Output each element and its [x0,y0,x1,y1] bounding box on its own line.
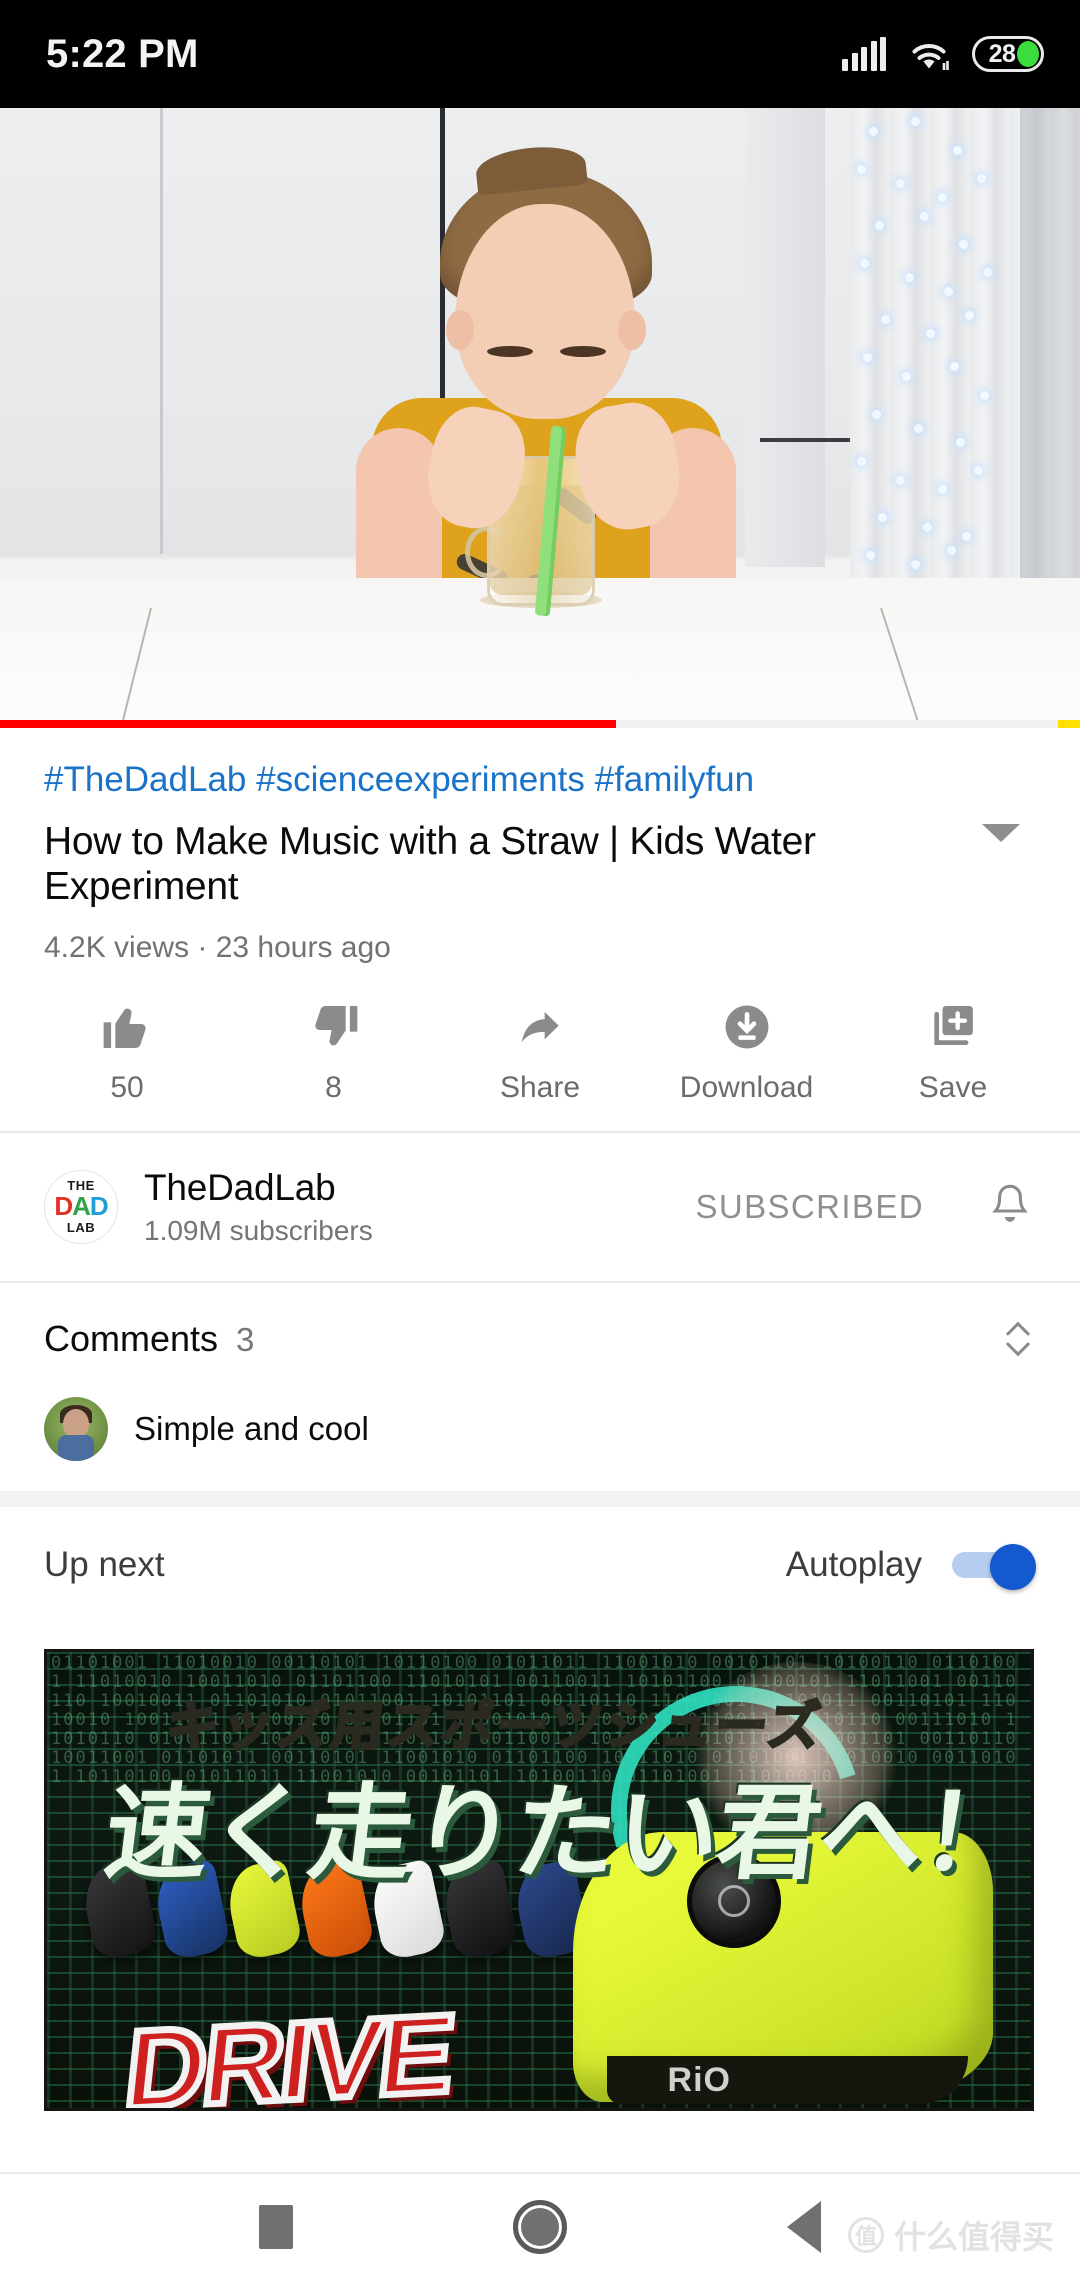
save-label: Save [918,1071,988,1105]
comments-header[interactable]: Comments 3 [44,1317,1036,1361]
fairy-lights [845,108,995,579]
channel-info[interactable]: TheDadLab 1.09M subscribers [144,1167,669,1247]
square-recents-icon[interactable] [259,2205,293,2249]
thumbnail-brand-text: RiO [667,2061,731,2100]
section-separator [0,1491,1080,1508]
thumbs-down-icon [306,999,362,1055]
video-player[interactable] [0,108,1080,728]
share-label: Share [499,1071,581,1105]
comments-section[interactable]: Comments 3 Simple and cool [0,1283,1080,1491]
android-nav-bar: 值 什么值得买 [0,2172,1080,2280]
dislike-button[interactable]: 8 [259,999,409,1105]
progress-played [0,720,616,728]
expand-description-button[interactable] [966,802,1036,842]
status-bar: 5:22 PM 28 [0,0,1080,108]
bell-icon [992,1185,1028,1223]
video-metadata: #TheDadLab #scienceexperiments #familyfu… [0,728,1080,965]
subscribe-button[interactable]: SUBSCRIBED [695,1188,958,1226]
up-next-header: Up next Autoplay [0,1507,1080,1621]
autoplay-toggle[interactable] [952,1544,1036,1591]
autoplay-label: Autoplay [785,1545,922,1585]
wifi-icon [908,37,950,71]
avatar-text-bottom: LAB [66,1220,96,1236]
sort-up-down-icon [1006,1322,1030,1357]
status-bar-clock: 5:22 PM [46,31,199,76]
watermark-text: 什么值得买 [893,2219,1054,2255]
channel-avatar-thedadlab[interactable]: THE DAD LAB [44,1170,118,1245]
share-icon [512,999,568,1055]
top-comment[interactable]: Simple and cool [44,1397,1036,1462]
up-next-label: Up next [44,1545,165,1585]
comment-text: Simple and cool [134,1410,369,1448]
boy-eye [560,346,606,357]
curtain-shadow [1020,108,1080,580]
fridge [745,108,825,567]
channel-name: TheDadLab [144,1167,336,1209]
channel-row[interactable]: THE DAD LAB TheDadLab 1.09M subscribers … [0,1133,1080,1281]
save-to-playlist-icon [925,999,981,1055]
fridge-handle [760,438,850,442]
video-progress-bar[interactable] [0,720,1080,728]
title-row[interactable]: How to Make Music with a Straw | Kids Wa… [44,802,1036,910]
triangle-back-icon[interactable] [787,2201,821,2253]
comments-sort-button[interactable] [1000,1317,1036,1361]
download-label: Download [679,1071,814,1105]
download-button[interactable]: Download [672,999,822,1105]
circle-home-icon[interactable] [513,2200,567,2254]
boy-eye [487,346,533,357]
like-button[interactable]: 50 [52,999,202,1105]
boy-ear [446,310,474,350]
status-bar-icons: 28 [842,36,1044,72]
avatar-text-mid: DAD [54,1191,108,1222]
commenter-avatar [44,1397,108,1462]
boy-head [455,204,635,419]
thumbnail-headline-text: 速く走りたい君へ！ [98,1776,1031,1893]
dislike-count: 8 [325,1071,342,1105]
comments-count: 3 [236,1321,255,1359]
download-icon [719,999,775,1055]
save-button[interactable]: Save [878,999,1028,1105]
subscriber-count: 1.09M subscribers [144,1215,373,1247]
battery-percent: 28 [988,39,1016,68]
view-count: 4.2K views · 23 hours ago [44,931,391,965]
suggested-video-list[interactable]: 01101001 11010010 00110101 10110100 0101… [0,1621,1080,2112]
signal-bars-icon [842,37,886,71]
thumbs-up-icon [99,999,155,1055]
battery-icon: 28 [972,36,1044,72]
suggested-video-thumbnail[interactable]: 01101001 11010010 00110101 10110100 0101… [44,1649,1034,2112]
watermark-mark: 值 [847,2217,884,2253]
notification-bell-button[interactable] [984,1182,1036,1232]
action-bar: 50 8 Share Download Save [0,965,1080,1131]
video-hashtags[interactable]: #TheDadLab #scienceexperiments #familyfu… [44,758,1036,802]
progress-chapter-marker [1058,720,1080,728]
like-count: 50 [110,1071,144,1105]
watermark: 值 什么值得买 [847,2212,1054,2258]
autoplay-control[interactable]: Autoplay [785,1544,1036,1591]
share-button[interactable]: Share [465,999,615,1105]
kitchen-cabinet-seam [160,108,163,555]
boy-ear [618,310,646,350]
chevron-down-icon [982,823,1020,842]
page-title: How to Make Music with a Straw | Kids Wa… [44,819,816,908]
thumbnail-logo-text: DRIVE [116,1988,461,2112]
comments-heading: Comments [44,1318,219,1360]
